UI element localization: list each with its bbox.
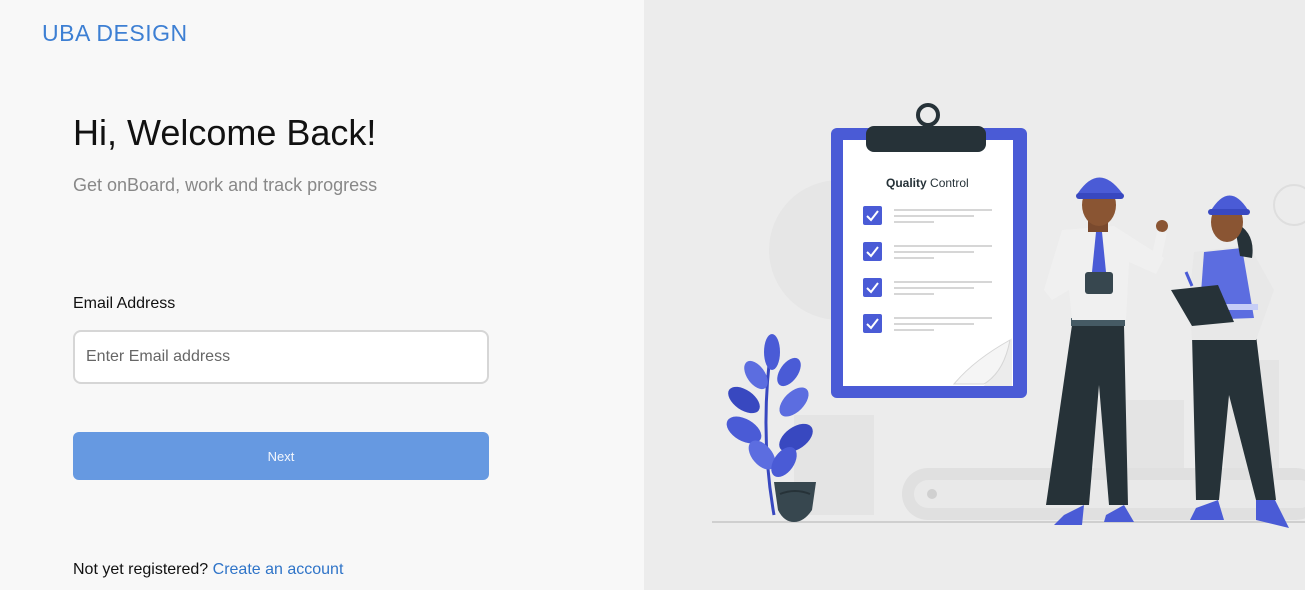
page-title: Hi, Welcome Back! (73, 112, 377, 153)
register-prompt: Not yet registered? Create an account (73, 561, 343, 579)
checkbox-checked-icon (863, 242, 882, 261)
next-button[interactable]: Next (73, 432, 489, 480)
trousers (1046, 325, 1128, 505)
email-input[interactable] (73, 330, 489, 384)
hard-hat-brim (1208, 209, 1250, 215)
illustration-panel: Quality Control (644, 0, 1305, 590)
clipboard-ring (916, 103, 940, 127)
clipboard-clip (866, 126, 986, 152)
plant-pot (774, 482, 816, 522)
login-panel: UBA DESIGN Hi, Welcome Back! Get onBoard… (0, 0, 644, 590)
checkbox-checked-icon (863, 314, 882, 333)
tablet (1085, 272, 1113, 294)
create-account-link[interactable]: Create an account (213, 561, 344, 578)
hand-ok-gesture (1156, 220, 1168, 232)
clipboard-title: Quality Control (886, 176, 969, 190)
pen (1184, 271, 1194, 287)
clipboard: Quality Control (831, 103, 1027, 398)
page-subtitle: Get onBoard, work and track progress (73, 175, 378, 195)
plant-leaf (764, 334, 780, 370)
conveyor-roller (927, 489, 937, 499)
brand-logo[interactable]: UBA DESIGN (42, 20, 188, 47)
raised-arm (1151, 230, 1167, 262)
checkbox-checked-icon (863, 278, 882, 297)
potted-plant (726, 334, 816, 522)
quality-control-illustration: Quality Control (712, 103, 1305, 528)
email-label: Email Address (73, 295, 176, 312)
background-ring (1273, 184, 1305, 226)
register-prompt-text: Not yet registered? (73, 561, 209, 578)
checkbox-checked-icon (863, 206, 882, 225)
hard-hat-brim (1076, 193, 1124, 199)
